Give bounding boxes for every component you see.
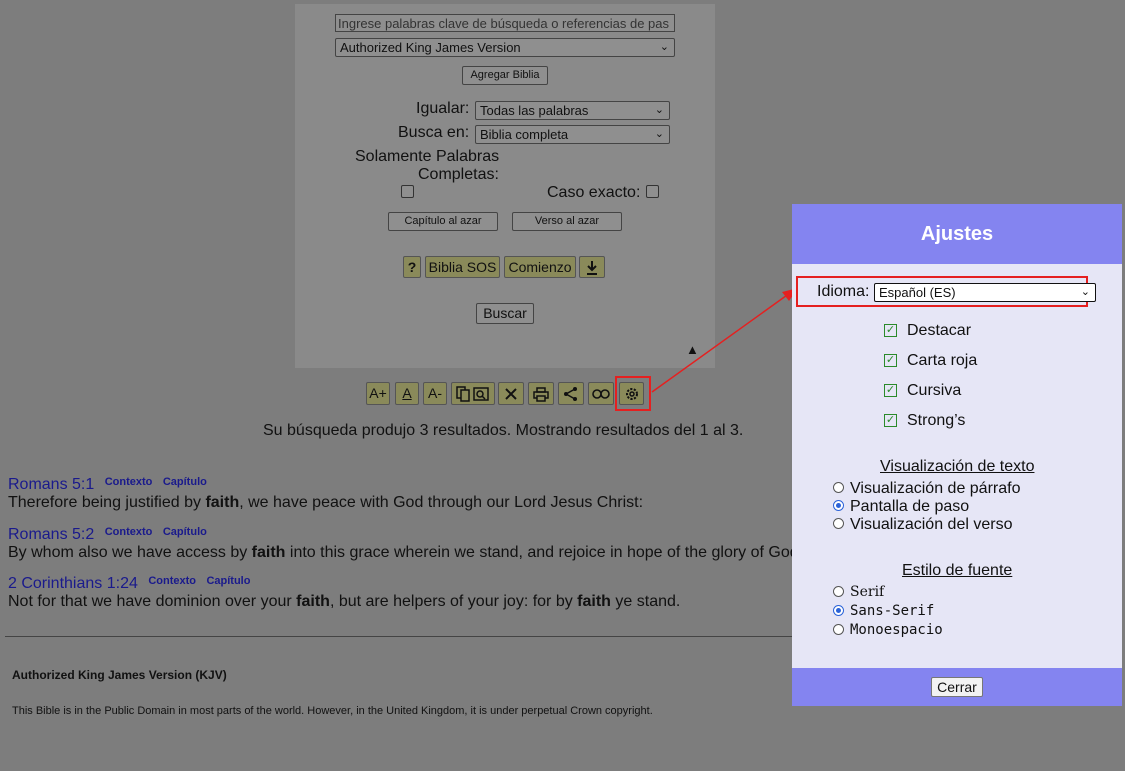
font-style-heading: Estilo de fuente bbox=[902, 562, 1013, 579]
passage-display-radio[interactable] bbox=[833, 500, 844, 511]
sans-serif-radio[interactable] bbox=[833, 605, 844, 616]
red-letter-checkbox[interactable]: ✓ bbox=[884, 354, 897, 367]
verse-display-radio[interactable] bbox=[833, 518, 844, 529]
dialog-footer: Cerrar bbox=[792, 668, 1122, 706]
language-label: Idioma: bbox=[817, 283, 870, 300]
strongs-checkbox[interactable]: ✓ bbox=[884, 414, 897, 427]
language-value: Español (ES) bbox=[879, 285, 956, 300]
passage-display-label: Pantalla de paso bbox=[850, 498, 970, 515]
highlight-checkbox[interactable]: ✓ bbox=[884, 324, 897, 337]
strongs-label: Strong’s bbox=[907, 412, 966, 429]
monospace-radio[interactable] bbox=[833, 624, 844, 635]
serif-label: Serif bbox=[850, 584, 885, 600]
close-button[interactable]: Cerrar bbox=[931, 677, 983, 697]
paragraph-display-label: Visualización de párrafo bbox=[850, 480, 1021, 497]
paragraph-display-radio[interactable] bbox=[833, 482, 844, 493]
monospace-label: Monoespacio bbox=[850, 622, 943, 638]
highlight-label: Destacar bbox=[907, 322, 972, 339]
dialog-title: Ajustes bbox=[920, 223, 994, 245]
italics-label: Cursiva bbox=[907, 382, 962, 399]
dialog-header: Ajustes bbox=[792, 204, 1122, 264]
italics-checkbox[interactable]: ✓ bbox=[884, 384, 897, 397]
text-display-heading: Visualización de texto bbox=[880, 458, 1035, 475]
red-letter-label: Carta roja bbox=[907, 352, 978, 369]
serif-radio[interactable] bbox=[833, 586, 844, 597]
sans-serif-label: Sans-Serif bbox=[850, 603, 935, 619]
verse-display-label: Visualización del verso bbox=[850, 516, 1013, 533]
settings-dialog: Ajustes Idioma: Español (ES) ⌄ ✓ Destaca… bbox=[792, 204, 1122, 706]
chevron-down-icon: ⌄ bbox=[1080, 286, 1090, 298]
language-select[interactable]: Español (ES) ⌄ bbox=[874, 283, 1096, 302]
